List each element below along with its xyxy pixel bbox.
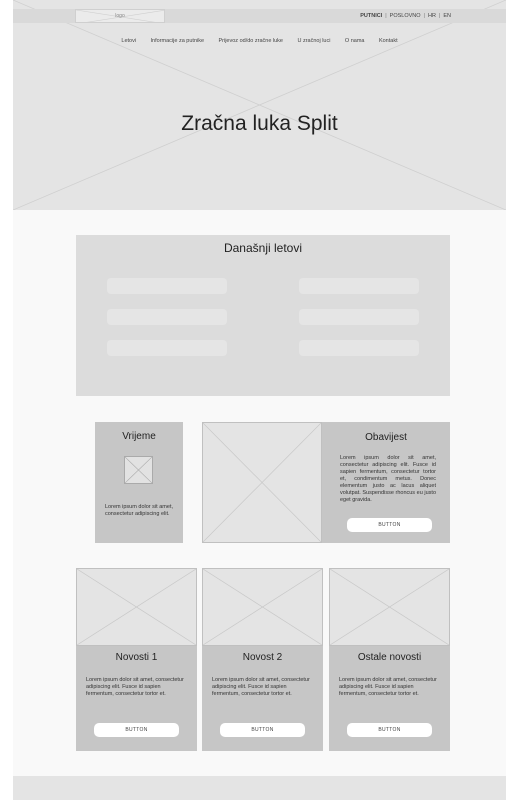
nav-item-about[interactable]: O nama <box>345 38 365 44</box>
flight-row-placeholder[interactable] <box>299 340 419 356</box>
news-image-placeholder <box>202 568 323 646</box>
top-bar: logo PUTNICI | POSLOVNO | HR | EN <box>13 9 506 23</box>
footer <box>13 776 506 800</box>
flights-title: Današnji letovi <box>223 241 303 255</box>
flight-row-placeholder[interactable] <box>107 309 227 325</box>
notice-text: Lorem ipsum dolor sit amet, consectetur … <box>340 455 436 503</box>
passengers-link[interactable]: PUTNICI <box>360 13 382 19</box>
flight-row-placeholder[interactable] <box>107 278 227 294</box>
news-title: Novosti 1 <box>115 652 158 663</box>
nav-item-transport[interactable]: Prijevoz od/do zračne luke <box>218 38 283 44</box>
news-card: Ostale novosti Lorem ipsum dolor sit ame… <box>329 568 450 751</box>
news-text: Lorem ipsum dolor sit amet, consectetur … <box>212 677 310 697</box>
page: logo PUTNICI | POSLOVNO | HR | EN Letovi Infor… <box>13 0 506 800</box>
weather-icon <box>124 456 153 484</box>
lang-hr-link[interactable]: HR <box>428 13 436 19</box>
flight-row-placeholder[interactable] <box>299 278 419 294</box>
business-link[interactable]: POSLOVNO <box>390 13 421 19</box>
weather-title: Vrijeme <box>122 431 156 442</box>
news-card: Novosti 1 Lorem ipsum dolor sit amet, co… <box>76 568 197 751</box>
nav-item-contact[interactable]: Kontakt <box>379 38 398 44</box>
flight-row-placeholder[interactable] <box>107 340 227 356</box>
news-text: Lorem ipsum dolor sit amet, consectetur … <box>339 677 437 697</box>
nav-item-flights[interactable]: Letovi <box>121 38 136 44</box>
news-title: Novost 2 <box>242 652 283 663</box>
nav-item-at-airport[interactable]: U zračnoj luci <box>297 38 330 44</box>
hero-title: Zračna luka Split <box>181 112 338 135</box>
logo[interactable]: logo <box>75 9 165 23</box>
hero-banner: logo PUTNICI | POSLOVNO | HR | EN Letovi Infor… <box>13 0 506 210</box>
notice-button[interactable]: BUTTON <box>347 518 432 532</box>
news-image-placeholder <box>329 568 450 646</box>
weather-card: Vrijeme Lorem ipsum dolor sit amet, cons… <box>95 422 183 543</box>
notice-card: Obavijest Lorem ipsum dolor sit amet, co… <box>202 422 450 543</box>
news-title: Ostale novosti <box>357 652 422 663</box>
news-button[interactable]: BUTTON <box>94 723 179 737</box>
news-card: Novost 2 Lorem ipsum dolor sit amet, con… <box>202 568 323 751</box>
news-image-placeholder <box>76 568 197 646</box>
flight-row-placeholder[interactable] <box>299 309 419 325</box>
notice-image-placeholder <box>202 422 322 543</box>
news-button[interactable]: BUTTON <box>347 723 432 737</box>
notice-title: Obavijest <box>365 432 407 443</box>
language-switcher: PUTNICI | POSLOVNO | HR | EN <box>360 13 451 19</box>
weather-text: Lorem ipsum dolor sit amet, consectetur … <box>105 504 173 517</box>
logo-label: logo <box>115 13 125 19</box>
news-button[interactable]: BUTTON <box>220 723 305 737</box>
nav-item-passenger-info[interactable]: Informacije za putnike <box>151 38 205 44</box>
main-nav: Letovi Informacije za putnike Prijevoz o… <box>13 29 506 47</box>
news-text: Lorem ipsum dolor sit amet, consectetur … <box>86 677 184 697</box>
todays-flights-panel: Današnji letovi <box>76 235 450 396</box>
lang-en-link[interactable]: EN <box>443 13 451 19</box>
